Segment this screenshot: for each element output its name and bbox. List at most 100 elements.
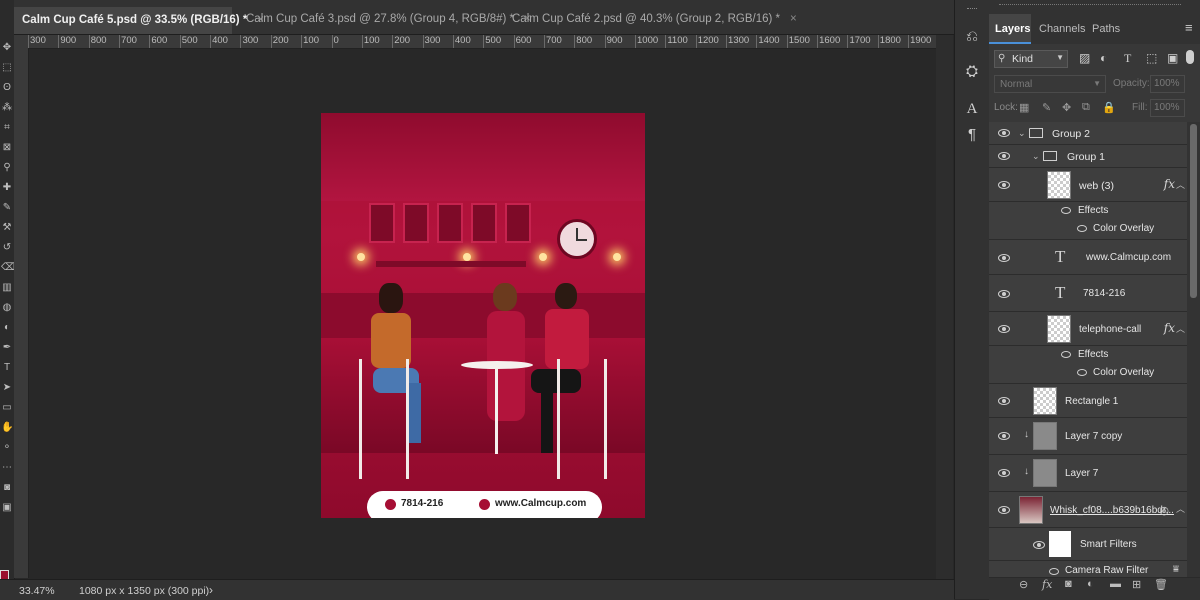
filter-adjustment-icon[interactable]: ◐ xyxy=(1100,51,1107,65)
layer-row-layer-7-copy[interactable]: ↓ Layer 7 copy xyxy=(989,418,1187,455)
panel-menu-icon[interactable]: ≡ xyxy=(1185,20,1193,35)
tab-layers[interactable]: Layers xyxy=(989,14,1031,44)
layer-effects-fx-icon[interactable]: fx xyxy=(1164,177,1175,191)
visibility-eye-icon[interactable] xyxy=(1033,541,1045,549)
visibility-eye-icon[interactable] xyxy=(998,325,1010,333)
path-select-tool-icon[interactable]: ➤ xyxy=(1,382,13,394)
panel-grip-icon[interactable] xyxy=(999,4,1181,7)
gradient-tool-icon[interactable]: ▥ xyxy=(1,282,13,294)
layer-row-7814-216[interactable]: T 7814-216 xyxy=(989,275,1187,312)
clone-stamp-tool-icon[interactable]: ⚒ xyxy=(1,222,13,234)
healing-brush-tool-icon[interactable]: ✚ xyxy=(1,182,13,194)
lock-position-icon[interactable]: ✥ xyxy=(1062,101,1071,114)
blur-tool-icon[interactable]: ◍ xyxy=(1,302,13,314)
visibility-eye-icon[interactable] xyxy=(998,469,1010,477)
lock-all-icon[interactable]: 🔒 xyxy=(1102,101,1116,114)
tab-close-icon[interactable]: × xyxy=(790,13,797,25)
tab-paths[interactable]: Paths xyxy=(1086,14,1126,44)
eyedropper-tool-icon[interactable]: ⚲ xyxy=(1,162,13,174)
chevron-up-icon[interactable]: ︿ xyxy=(1176,178,1185,191)
crop-tool-icon[interactable]: ⌗ xyxy=(1,122,13,134)
layer-effects-fx-icon[interactable]: fx xyxy=(1164,321,1175,335)
effects-row[interactable]: Effects xyxy=(989,346,1187,363)
new-group-icon[interactable]: ▬ xyxy=(1110,578,1121,590)
adjustment-layer-icon[interactable]: ◐ xyxy=(1087,578,1094,590)
smart-filters-row[interactable]: Smart Filters xyxy=(989,528,1187,561)
visibility-eye-icon[interactable] xyxy=(1061,207,1071,214)
visibility-eye-icon[interactable] xyxy=(1049,568,1059,575)
pen-tool-icon[interactable]: ✒ xyxy=(1,342,13,354)
grip-icon[interactable] xyxy=(967,8,977,11)
visibility-eye-icon[interactable] xyxy=(998,129,1010,137)
layer-row-rectangle-1[interactable]: Rectangle 1 xyxy=(989,384,1187,418)
lasso-tool-icon[interactable]: ʘ xyxy=(1,82,13,94)
camera-raw-filter-row[interactable]: Camera Raw Filter ⩸ xyxy=(989,561,1187,578)
scrollbar-thumb[interactable] xyxy=(1190,124,1197,298)
properties-icon[interactable]: ⛭ xyxy=(963,63,981,81)
layer-row-whisk[interactable]: Whisk_cf08....b639b16bdr... ◎ ︿ xyxy=(989,492,1187,528)
visibility-eye-icon[interactable] xyxy=(998,181,1010,189)
visibility-eye-icon[interactable] xyxy=(1077,369,1087,376)
opacity-field[interactable]: 100% xyxy=(1150,75,1185,93)
filter-smart-object-icon[interactable]: ▣ xyxy=(1167,51,1178,65)
filter-pixel-icon[interactable]: ▨ xyxy=(1079,51,1090,65)
delete-layer-icon[interactable]: 🗑 xyxy=(1154,578,1168,591)
link-layers-icon[interactable]: ⊖ xyxy=(1019,578,1028,591)
visibility-eye-icon[interactable] xyxy=(998,432,1010,440)
dodge-tool-icon[interactable]: ◐ xyxy=(1,322,13,334)
filter-type-icon[interactable]: T xyxy=(1124,51,1131,66)
layer-row-telephone-call[interactable]: telephone-call fx ︿ xyxy=(989,312,1187,346)
marquee-tool-icon[interactable]: ⬚ xyxy=(1,62,13,74)
tab-calm-cup-cafe-3[interactable]: Calm Cup Café 3.psd @ 27.8% (Group 4, RG… xyxy=(238,6,531,32)
color-overlay-row[interactable]: Color Overlay xyxy=(989,363,1187,384)
fill-field[interactable]: 100% xyxy=(1150,99,1185,117)
history-icon[interactable]: ⎌ xyxy=(963,28,981,46)
filter-toggle[interactable] xyxy=(1186,50,1194,64)
tab-channels[interactable]: Channels xyxy=(1033,14,1091,44)
chevron-down-icon[interactable]: ⌄ xyxy=(1018,128,1026,139)
add-mask-icon[interactable]: ◙ xyxy=(1065,578,1072,590)
lock-image-icon[interactable]: ✎ xyxy=(1042,101,1051,114)
rectangle-tool-icon[interactable]: ▭ xyxy=(1,402,13,414)
add-style-fx-icon[interactable]: fx xyxy=(1042,578,1052,591)
frame-tool-icon[interactable]: ⊠ xyxy=(1,142,13,154)
visibility-eye-icon[interactable] xyxy=(998,290,1010,298)
layers-list[interactable]: ⌄ Group 2 ⌄ Group 1 web (3) fx ︿ Effects… xyxy=(989,122,1187,578)
filter-shape-icon[interactable]: ⬚ xyxy=(1146,51,1157,65)
color-overlay-row[interactable]: Color Overlay xyxy=(989,219,1187,240)
lock-artboard-icon[interactable]: ⧉ xyxy=(1082,101,1090,114)
quick-select-tool-icon[interactable]: ⁂ xyxy=(1,102,13,114)
new-layer-icon[interactable]: ⊞ xyxy=(1132,578,1141,591)
layer-row-web-3[interactable]: web (3) fx ︿ xyxy=(989,168,1187,202)
character-icon[interactable]: A xyxy=(963,100,981,118)
visibility-eye-icon[interactable] xyxy=(1061,351,1071,358)
screen-mode-icon[interactable]: ▣ xyxy=(1,502,13,514)
hand-tool-icon[interactable]: ✋ xyxy=(1,422,13,434)
effects-row[interactable]: Effects xyxy=(989,202,1187,219)
visibility-eye-icon[interactable] xyxy=(998,152,1010,160)
lock-transparent-icon[interactable]: ▦ xyxy=(1019,101,1029,114)
zoom-tool-icon[interactable]: ⚬ xyxy=(1,442,13,454)
move-tool-icon[interactable]: ✥ xyxy=(1,42,13,54)
chevron-down-icon[interactable]: ⌄ xyxy=(1032,151,1040,162)
zoom-level[interactable]: 33.47% xyxy=(19,585,55,597)
history-brush-tool-icon[interactable]: ↺ xyxy=(1,242,13,254)
tab-calm-cup-cafe-2[interactable]: Calm Cup Café 2.psd @ 40.3% (Group 2, RG… xyxy=(504,6,797,32)
layer-row-layer-7[interactable]: ↓ Layer 7 xyxy=(989,455,1187,492)
tab-calm-cup-cafe-5[interactable]: Calm Cup Café 5.psd @ 33.5% (RGB/16) * × xyxy=(14,7,264,34)
blend-mode-select[interactable]: Normal ▼ xyxy=(994,75,1106,93)
chevron-up-icon[interactable]: ︿ xyxy=(1176,322,1185,335)
visibility-eye-icon[interactable] xyxy=(998,397,1010,405)
visibility-eye-icon[interactable] xyxy=(998,506,1010,514)
layer-row-www-calmcup[interactable]: T www.Calmcup.com xyxy=(989,240,1187,275)
quick-mask-icon[interactable]: ◙ xyxy=(1,482,13,494)
document-artwork[interactable]: 7814-216 www.Calmcup.com xyxy=(321,113,645,518)
edit-toolbar-icon[interactable]: ⋯ xyxy=(1,462,13,474)
layer-row-group-2[interactable]: ⌄ Group 2 xyxy=(989,122,1187,145)
layer-row-group-1[interactable]: ⌄ Group 1 xyxy=(989,145,1187,168)
visibility-eye-icon[interactable] xyxy=(998,254,1010,262)
status-menu-arrow-icon[interactable]: › xyxy=(209,583,213,597)
eraser-tool-icon[interactable]: ⌫ xyxy=(1,262,15,274)
layers-scrollbar[interactable] xyxy=(1187,122,1200,578)
visibility-eye-icon[interactable] xyxy=(1077,225,1087,232)
